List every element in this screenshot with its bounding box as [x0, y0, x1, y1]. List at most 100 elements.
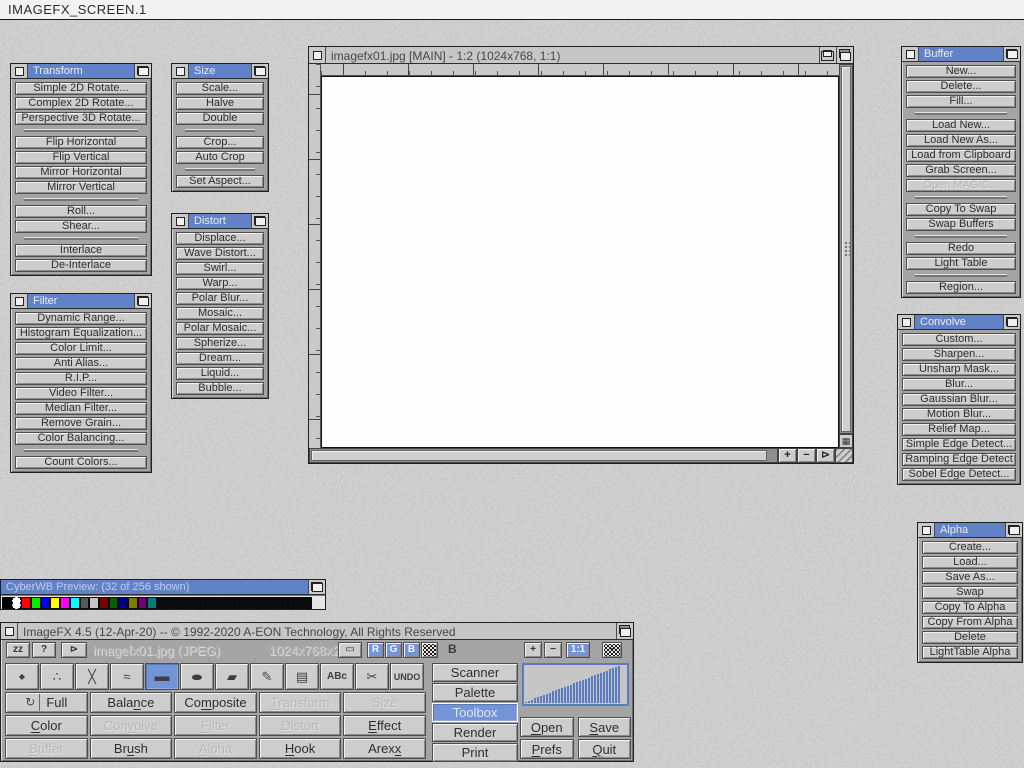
- histogram-equalization-button[interactable]: Histogram Equalization...: [15, 327, 147, 340]
- color-swatch[interactable]: [215, 597, 225, 609]
- close-icon[interactable]: [172, 64, 189, 78]
- color-swatch[interactable]: [186, 597, 196, 609]
- mirror-horizontal-button[interactable]: Mirror Horizontal: [15, 166, 147, 179]
- airbrush-tool[interactable]: ∴: [40, 663, 74, 690]
- scale-button[interactable]: Scale...: [176, 82, 264, 95]
- delete-button[interactable]: Delete...: [906, 80, 1016, 93]
- scanner-button[interactable]: Scanner: [432, 663, 518, 682]
- green-channel-toggle[interactable]: G: [385, 642, 402, 658]
- count-colors-button[interactable]: Count Colors...: [15, 456, 147, 469]
- zoom-1to1-button[interactable]: 1:1: [566, 642, 590, 658]
- effect-button[interactable]: Effect: [343, 715, 426, 736]
- fill-tool[interactable]: ▤: [285, 663, 319, 690]
- motion-blur-button[interactable]: Motion Blur...: [902, 408, 1016, 421]
- balance-button[interactable]: Balance: [90, 692, 173, 713]
- fill-button[interactable]: Fill...: [906, 95, 1016, 108]
- quit-button[interactable]: Quit: [578, 739, 632, 759]
- copy-to-swap-button[interactable]: Copy To Swap: [906, 203, 1016, 216]
- close-icon[interactable]: [898, 315, 915, 329]
- dither-swatch-icon[interactable]: [421, 642, 438, 658]
- alpha-titlebar[interactable]: Alpha: [918, 523, 1022, 538]
- spherize-button[interactable]: Spherize...: [176, 337, 264, 350]
- polar-blur-button[interactable]: Polar Blur...: [176, 292, 264, 305]
- close-icon[interactable]: [918, 523, 935, 537]
- dynamic-range-button[interactable]: Dynamic Range...: [15, 312, 147, 325]
- image-canvas[interactable]: [321, 76, 839, 448]
- line-tool[interactable]: ╳: [75, 663, 109, 690]
- wave-distort-button[interactable]: Wave Distort...: [176, 247, 264, 260]
- grab-screen-button[interactable]: Grab Screen...: [906, 164, 1016, 177]
- close-icon[interactable]: [902, 47, 919, 61]
- depth-icon[interactable]: [134, 64, 151, 78]
- color-swatch[interactable]: [273, 597, 283, 609]
- color-swatch[interactable]: [167, 597, 177, 609]
- load-new-button[interactable]: Load New...: [906, 119, 1016, 132]
- filter-titlebar[interactable]: Filter: [11, 294, 151, 309]
- perspective-3d-rotate-button[interactable]: Perspective 3D Rotate...: [15, 112, 147, 125]
- pan-button[interactable]: ⊳: [816, 448, 835, 463]
- color-swatch[interactable]: [176, 597, 186, 609]
- relief-map-button[interactable]: Relief Map...: [902, 423, 1016, 436]
- color-swatch[interactable]: [12, 597, 22, 609]
- depth-icon[interactable]: [1005, 523, 1022, 537]
- median-filter-button[interactable]: Median Filter...: [15, 402, 147, 415]
- warp-button[interactable]: Warp...: [176, 277, 264, 290]
- create-button[interactable]: Create...: [922, 541, 1018, 554]
- color-swatch[interactable]: [254, 597, 264, 609]
- polygon-tool[interactable]: ▰: [215, 663, 249, 690]
- render-button[interactable]: Render: [432, 723, 518, 742]
- close-icon[interactable]: [11, 64, 28, 78]
- light-table-button[interactable]: Light Table: [906, 257, 1016, 270]
- ramping-edge-detect-button[interactable]: Ramping Edge Detect: [902, 453, 1016, 466]
- color-button[interactable]: Color: [5, 715, 88, 736]
- color-swatch[interactable]: [41, 597, 51, 609]
- depth-icon[interactable]: [251, 214, 268, 228]
- image-window-titlebar[interactable]: imagefx01.jpg [MAIN] - 1:2 (1024x768, 1:…: [309, 47, 853, 64]
- convolve-titlebar[interactable]: Convolve: [898, 315, 1020, 330]
- vertical-scroll-thumb[interactable]: [841, 66, 851, 432]
- view-zoom-in-button[interactable]: +: [524, 642, 542, 658]
- open-button[interactable]: Open: [520, 717, 574, 737]
- color-swatch[interactable]: [264, 597, 274, 609]
- keyboard-icon[interactable]: ▦: [839, 434, 853, 448]
- color-swatch[interactable]: [138, 597, 148, 609]
- mirror-vertical-button[interactable]: Mirror Vertical: [15, 181, 147, 194]
- interlace-button[interactable]: Interlace: [15, 244, 147, 257]
- de-interlace-button[interactable]: De-Interlace: [15, 259, 147, 272]
- color-swatch[interactable]: [50, 597, 60, 609]
- copy-to-alpha-button[interactable]: Copy To Alpha: [922, 601, 1018, 614]
- halve-button[interactable]: Halve: [176, 97, 264, 110]
- red-channel-toggle[interactable]: R: [367, 642, 384, 658]
- lighttable-alpha-button[interactable]: LightTable Alpha: [922, 646, 1018, 659]
- transform-titlebar[interactable]: Transform: [11, 64, 151, 79]
- size-titlebar[interactable]: Size: [172, 64, 268, 79]
- custom-button[interactable]: Custom...: [902, 333, 1016, 346]
- color-swatch[interactable]: [21, 597, 31, 609]
- bubble-button[interactable]: Bubble...: [176, 382, 264, 395]
- blur-button[interactable]: Blur...: [902, 378, 1016, 391]
- zoom-gadget-icon[interactable]: [819, 47, 836, 63]
- simple-edge-detect-button[interactable]: Simple Edge Detect...: [902, 438, 1016, 451]
- flip-vertical-button[interactable]: Flip Vertical: [15, 151, 147, 164]
- depth-icon[interactable]: [134, 294, 151, 308]
- color-swatch[interactable]: [109, 597, 119, 609]
- color-swatch[interactable]: [196, 597, 206, 609]
- zoom-out-button[interactable]: −: [797, 448, 816, 463]
- liquid-button[interactable]: Liquid...: [176, 367, 264, 380]
- save-as-button[interactable]: Save As...: [922, 571, 1018, 584]
- color-swatch[interactable]: [302, 597, 312, 609]
- load-from-clipboard-button[interactable]: Load from Clipboard: [906, 149, 1016, 162]
- video-filter-button[interactable]: Video Filter...: [15, 387, 147, 400]
- color-swatch[interactable]: [118, 597, 128, 609]
- remove-grain-button[interactable]: Remove Grain...: [15, 417, 147, 430]
- complex-2d-rotate-button[interactable]: Complex 2D Rotate...: [15, 97, 147, 110]
- copy-from-alpha-button[interactable]: Copy From Alpha: [922, 616, 1018, 629]
- shear-button[interactable]: Shear...: [15, 220, 147, 233]
- curve-tool[interactable]: ≈: [110, 663, 144, 690]
- color-swatch[interactable]: [128, 597, 138, 609]
- set-aspect-button[interactable]: Set Aspect...: [176, 175, 264, 188]
- load-button[interactable]: Load...: [922, 556, 1018, 569]
- unsharp-mask-button[interactable]: Unsharp Mask...: [902, 363, 1016, 376]
- palette-button[interactable]: Palette: [432, 683, 518, 702]
- color-limit-button[interactable]: Color Limit...: [15, 342, 147, 355]
